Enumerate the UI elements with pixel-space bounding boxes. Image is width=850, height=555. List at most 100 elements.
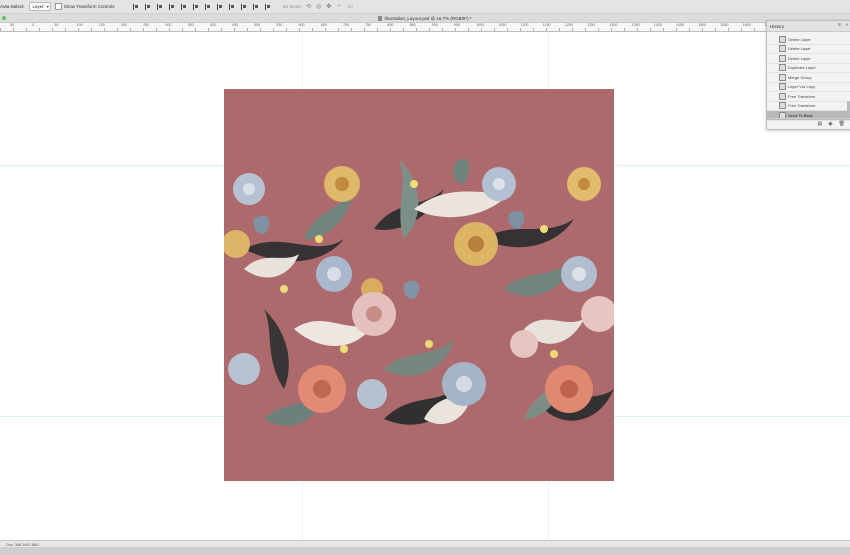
ruler-tick-label: 500 bbox=[254, 23, 261, 27]
canvas-workspace[interactable] bbox=[0, 32, 850, 540]
ruler-tick-label: 1200 bbox=[565, 23, 573, 27]
ruler-tick-label: 1600 bbox=[742, 23, 751, 27]
document-icon bbox=[378, 15, 383, 21]
history-state-label: Delete Layer bbox=[788, 46, 811, 52]
3d-mode-label: 3D Mode: bbox=[282, 4, 303, 9]
status-bar: Doc: 398.1M/1.86G bbox=[0, 540, 850, 555]
ruler-tick-label: 50 bbox=[54, 23, 59, 27]
align-top-edges-icon[interactable] bbox=[132, 3, 139, 10]
3d-scale-icon[interactable]: ▭ bbox=[347, 3, 353, 10]
delete-state-icon[interactable]: 🗑 bbox=[839, 121, 845, 127]
3d-mode-tools: ⟲ ◎ ✥ ⇔ ▭ bbox=[306, 3, 353, 10]
ruler-tick-label: 1000 bbox=[476, 23, 485, 27]
history-panel-footer: ▤ ◉ 🗑 bbox=[767, 118, 850, 129]
history-state-item[interactable]: Delete Layer bbox=[767, 45, 850, 54]
document-tab[interactable]: Illustration_Layout.psd @ 16.7% (RGB/8*)… bbox=[0, 14, 850, 23]
ruler-tick-label: 1450 bbox=[676, 23, 684, 27]
ruler-tick-label: 600 bbox=[298, 23, 305, 27]
history-state-icon bbox=[779, 102, 786, 110]
ruler-tick-label: 100 bbox=[76, 23, 83, 27]
ruler-tick-label: 250 bbox=[143, 23, 150, 27]
history-state-label: Layer Via Copy bbox=[788, 84, 816, 90]
3d-rotate-icon[interactable]: ⟲ bbox=[306, 3, 311, 10]
ruler-tick-label: 1400 bbox=[653, 23, 662, 27]
align-bottom-edges-icon[interactable] bbox=[156, 3, 163, 10]
show-transform-label: Show Transform Controls bbox=[63, 4, 115, 9]
3d-slide-icon[interactable]: ⇔ bbox=[336, 3, 342, 10]
distribute-bottom-icon[interactable] bbox=[228, 3, 235, 10]
ruler-tick-label: 750 bbox=[365, 23, 372, 27]
ruler-tick-label: 1350 bbox=[631, 23, 640, 27]
history-state-item[interactable]: Free Transform bbox=[767, 92, 850, 102]
ruler-tick-label: 150 bbox=[98, 23, 105, 27]
ruler-tick-label: 950 bbox=[454, 23, 460, 27]
ruler-tick-label: 300 bbox=[165, 23, 172, 27]
history-state-label: Delete Layer bbox=[788, 55, 811, 61]
ruler-tick-label: 700 bbox=[343, 23, 349, 27]
create-snapshot-icon[interactable]: ◉ bbox=[828, 121, 832, 127]
horizontal-ruler[interactable]: 50 0 50 100 150 200 250 300 350 400 450 500 550 600 65… bbox=[0, 23, 850, 32]
history-panel-header: History ≡ » bbox=[767, 21, 850, 32]
ruler-tick-label: 1100 bbox=[520, 23, 529, 27]
ruler-tick-label: 1050 bbox=[498, 23, 507, 27]
history-state-item[interactable]: Merge Group bbox=[767, 73, 850, 83]
align-horizontal-centers-icon[interactable] bbox=[180, 3, 187, 10]
ruler-tick-label: 1250 bbox=[587, 23, 596, 27]
show-transform-controls-toggle[interactable]: Show Transform Controls bbox=[54, 3, 115, 10]
ruler-tick-label: 1300 bbox=[609, 23, 618, 27]
3d-pan-icon[interactable]: ✥ bbox=[326, 3, 331, 10]
3d-roll-icon[interactable]: ◎ bbox=[316, 3, 321, 10]
ruler-tick-label: 1550 bbox=[720, 23, 729, 27]
show-transform-checkbox[interactable] bbox=[54, 3, 62, 10]
auto-select-target-value: Layer bbox=[32, 4, 44, 9]
history-state-label: Delete Layer bbox=[788, 36, 811, 42]
history-state-icon bbox=[779, 83, 786, 91]
align-distribute-group bbox=[132, 3, 271, 10]
collapse-panel-icon[interactable]: » bbox=[845, 22, 848, 28]
history-panel-title[interactable]: History bbox=[770, 24, 784, 29]
history-state-label: Duplicate Layer bbox=[788, 65, 816, 71]
ruler-tick-label: 900 bbox=[431, 23, 438, 27]
floral-illustration bbox=[224, 158, 614, 426]
ruler-tick-label: 0 bbox=[32, 23, 35, 27]
history-state-icon bbox=[779, 64, 786, 72]
history-state-label: Send To Back bbox=[788, 112, 813, 118]
history-state-icon bbox=[779, 54, 786, 62]
ruler-tick-label: 1150 bbox=[542, 23, 551, 27]
history-state-icon bbox=[779, 45, 786, 53]
ruler-tick-label: 850 bbox=[409, 23, 416, 27]
history-state-label: Merge Group bbox=[788, 74, 812, 80]
auto-select-target-dropdown[interactable]: Layer bbox=[28, 2, 51, 11]
ruler-tick-label: 50 bbox=[10, 23, 14, 27]
ruler-tick-label: 450 bbox=[232, 23, 238, 27]
history-state-item[interactable]: Delete Layer bbox=[767, 35, 850, 45]
history-list: Delete Layer Delete Layer Delete Layer Dupl… bbox=[767, 35, 850, 121]
history-state-item[interactable]: Free Transform bbox=[767, 102, 850, 111]
history-state-icon bbox=[779, 92, 786, 100]
history-state-item[interactable]: Duplicate Layer bbox=[767, 64, 850, 73]
window-zoom-icon[interactable] bbox=[2, 16, 6, 20]
panel-menu-icon[interactable]: ≡ bbox=[838, 22, 841, 28]
document-title: Illustration_Layout.psd @ 16.7% (RGB/8*)… bbox=[384, 15, 472, 21]
auto-select-label: Auto-Select: bbox=[0, 4, 25, 9]
distribute-vcenter-icon[interactable] bbox=[216, 3, 223, 10]
history-state-label: Free Transform bbox=[788, 103, 816, 109]
new-document-from-state-icon[interactable]: ▤ bbox=[818, 121, 823, 127]
ruler-tick-label: 650 bbox=[320, 23, 327, 27]
distribute-hcenter-icon[interactable] bbox=[252, 3, 259, 10]
ruler-tick-label: 200 bbox=[121, 23, 127, 27]
ruler-tick-label: 350 bbox=[187, 23, 194, 27]
options-bar: Auto-Select: Layer Show Transform Contro… bbox=[0, 0, 850, 14]
distribute-left-icon[interactable] bbox=[240, 3, 247, 10]
history-panel[interactable]: History ≡ » Delete Layer Delete Layer Dele… bbox=[766, 20, 850, 130]
distribute-top-icon[interactable] bbox=[204, 3, 211, 10]
history-state-item[interactable]: Delete Layer bbox=[767, 54, 850, 64]
align-left-edges-icon[interactable] bbox=[168, 3, 175, 10]
history-state-item[interactable]: Layer Via Copy bbox=[767, 83, 850, 92]
align-vertical-centers-icon[interactable] bbox=[144, 3, 151, 10]
history-state-icon bbox=[779, 73, 786, 81]
distribute-right-icon[interactable] bbox=[264, 3, 271, 10]
history-state-label: Free Transform bbox=[788, 93, 816, 99]
align-right-edges-icon[interactable] bbox=[192, 3, 199, 10]
artboard-floral-pattern[interactable] bbox=[224, 89, 614, 481]
